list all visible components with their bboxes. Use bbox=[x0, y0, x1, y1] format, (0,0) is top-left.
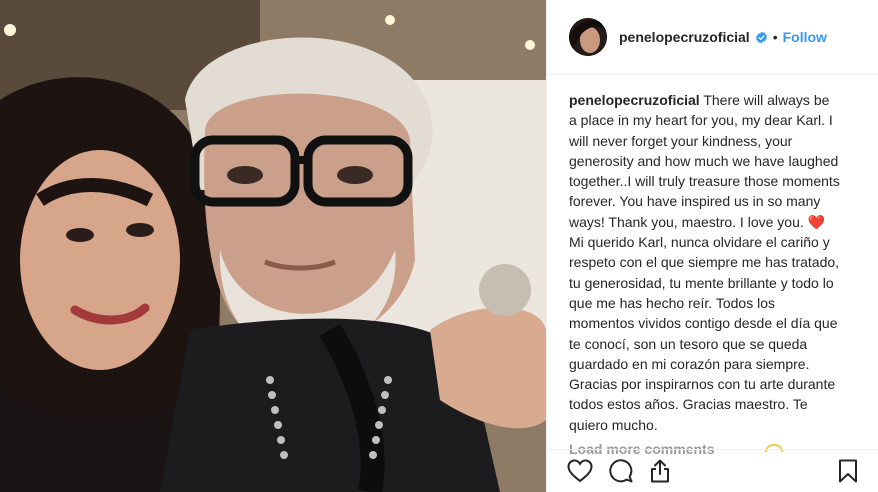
avatar-image bbox=[569, 18, 607, 56]
post-actions-bar bbox=[547, 449, 878, 492]
post-header: penelopecruzoficial • Follow bbox=[547, 0, 878, 75]
save-button[interactable] bbox=[838, 459, 858, 483]
share-button[interactable] bbox=[649, 459, 671, 483]
like-button[interactable] bbox=[567, 459, 593, 483]
bookmark-icon bbox=[839, 459, 857, 483]
comment-bubble-icon bbox=[609, 459, 633, 483]
author-username[interactable]: penelopecruzoficial bbox=[619, 29, 750, 45]
header-separator: • bbox=[772, 29, 778, 45]
post-side-panel: penelopecruzoficial • Follow penelopecru… bbox=[546, 0, 878, 492]
verified-badge-icon bbox=[755, 31, 768, 44]
follow-button[interactable]: Follow bbox=[783, 29, 827, 45]
heart-outline-icon bbox=[567, 459, 593, 483]
post-photo[interactable] bbox=[0, 0, 546, 492]
caption-username[interactable]: penelopecruzoficial bbox=[569, 92, 700, 108]
post-caption: penelopecruzoficial There will always be… bbox=[569, 90, 841, 435]
share-upload-icon bbox=[651, 459, 669, 483]
post-photo-illustration bbox=[0, 0, 546, 492]
instagram-post: penelopecruzoficial • Follow penelopecru… bbox=[0, 0, 878, 492]
caption-text: There will always be a place in my heart… bbox=[569, 92, 840, 433]
comment-button[interactable] bbox=[609, 459, 633, 483]
author-avatar[interactable] bbox=[569, 18, 607, 56]
comments-section: penelopecruzoficial There will always be… bbox=[547, 75, 878, 457]
